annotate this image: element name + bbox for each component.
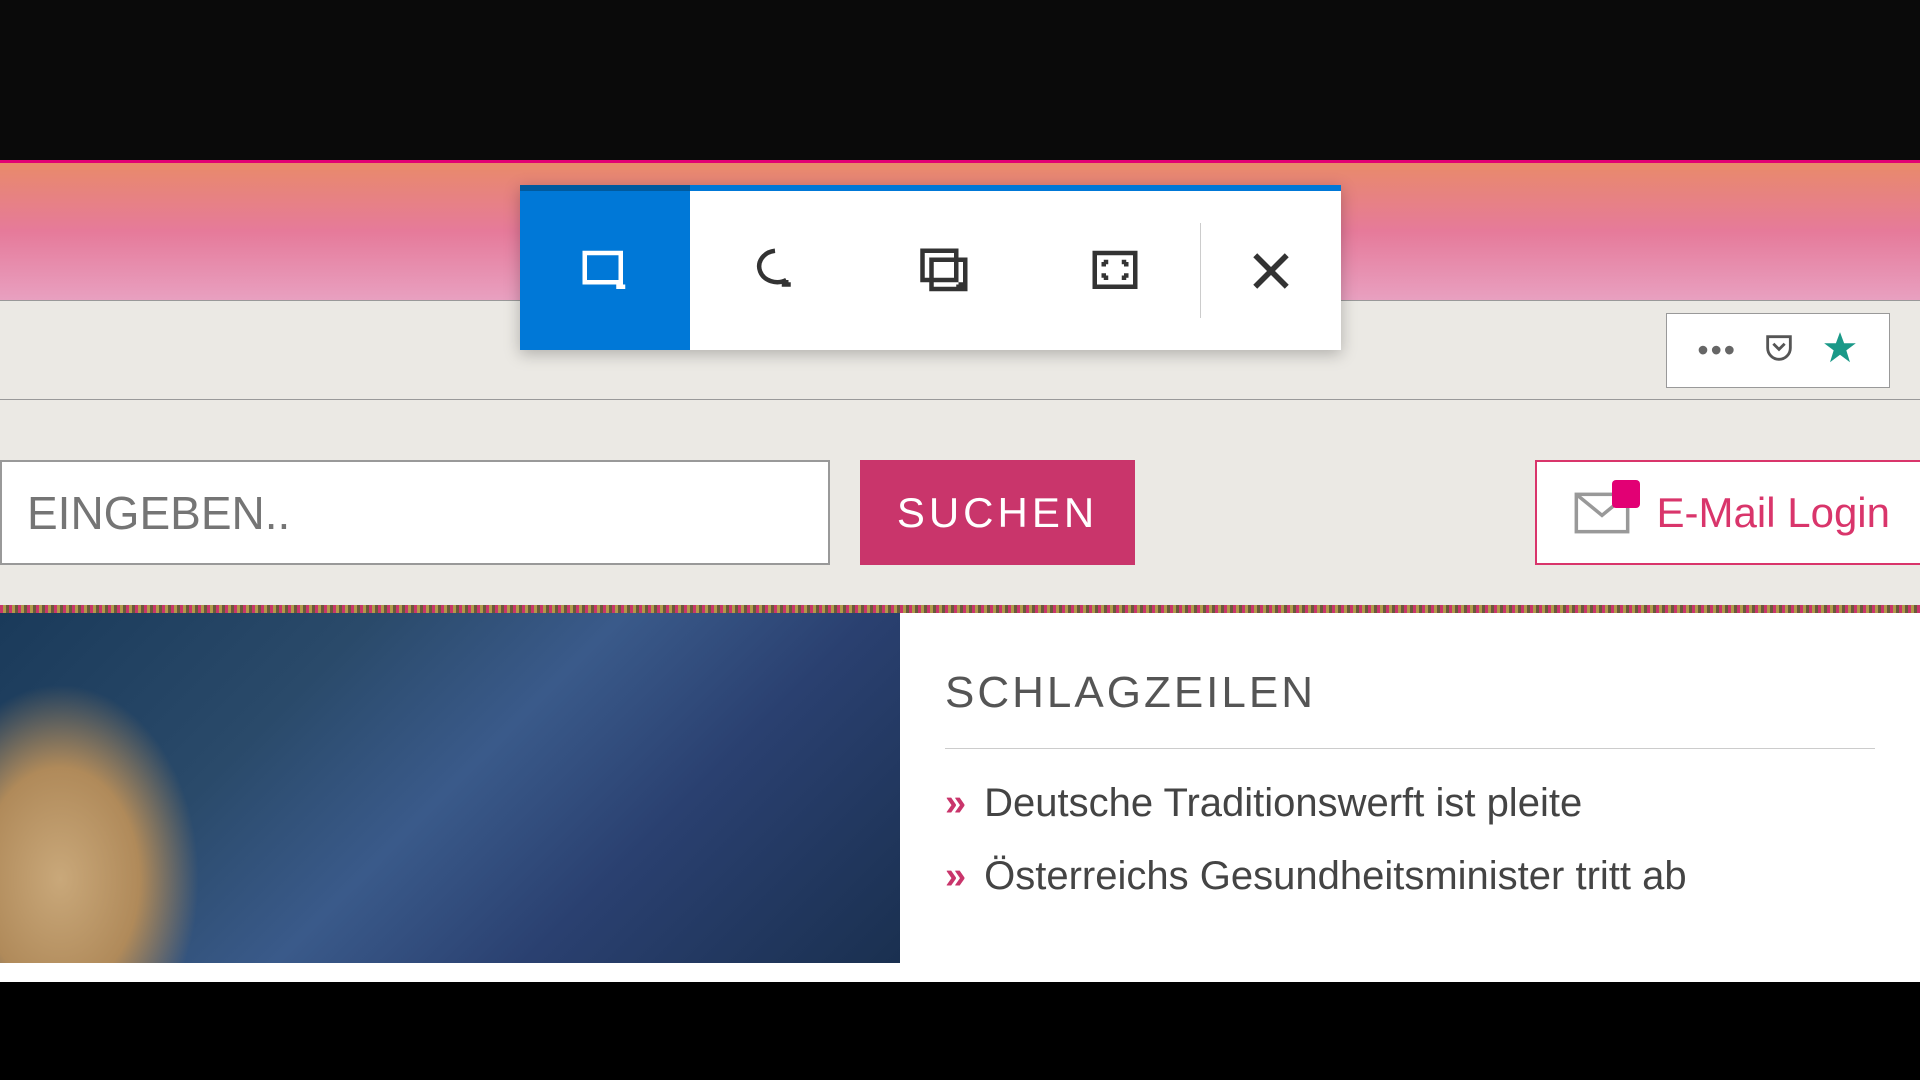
headlines-title: SCHLAGZEILEN	[945, 668, 1875, 749]
chevron-right-icon: »	[945, 782, 966, 825]
headline-text: Deutsche Traditionswerft ist pleite	[984, 781, 1582, 826]
chevron-right-icon: »	[945, 855, 966, 898]
main-content: SCHLAGZEILEN » Deutsche Traditionswerft …	[0, 613, 1920, 982]
search-button[interactable]: SUCHEN	[860, 460, 1135, 565]
envelope-icon	[1572, 492, 1632, 534]
screenshot-toolbar	[520, 185, 1341, 350]
search-section: SUCHEN E-Mail Login	[0, 400, 1920, 605]
article-hero-image[interactable]	[0, 613, 900, 963]
close-snip-button[interactable]	[1201, 191, 1341, 350]
fullscreen-snip-button[interactable]	[1030, 191, 1200, 350]
pocket-icon[interactable]	[1762, 331, 1796, 370]
headline-item[interactable]: » Deutsche Traditionswerft ist pleite	[945, 781, 1875, 826]
headline-item[interactable]: » Österreichs Gesundheitsminister tritt …	[945, 854, 1875, 899]
divider-stripe	[0, 605, 1920, 613]
email-login-label: E-Mail Login	[1657, 489, 1890, 537]
window-snip-button[interactable]	[860, 191, 1030, 350]
headline-text: Österreichs Gesundheitsminister tritt ab	[984, 854, 1686, 899]
page-actions-icon[interactable]: •••	[1697, 332, 1737, 369]
rectangular-snip-button[interactable]	[520, 191, 690, 350]
notification-badge-icon	[1612, 480, 1640, 508]
search-input[interactable]	[0, 460, 830, 565]
email-login-button[interactable]: E-Mail Login	[1535, 460, 1920, 565]
headlines-panel: SCHLAGZEILEN » Deutsche Traditionswerft …	[900, 613, 1920, 982]
freeform-snip-button[interactable]	[690, 191, 860, 350]
bookmark-star-icon[interactable]	[1821, 329, 1859, 372]
monitor-bezel	[0, 0, 1920, 160]
